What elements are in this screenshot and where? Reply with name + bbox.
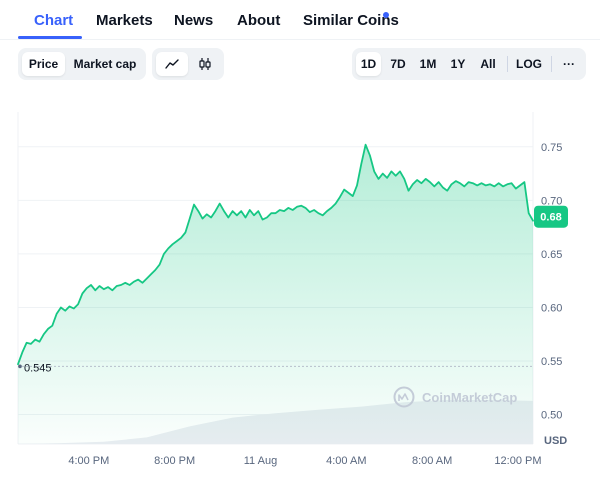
current-price-badge: 0.68 — [534, 205, 568, 228]
x-axis-ticks: 4:00 PM 8:00 PM 11 Aug 4:00 AM 8:00 AM 12:00 … — [68, 455, 541, 467]
y-tick-label: 0.75 — [541, 142, 562, 154]
x-tick-label: 11 Aug — [244, 455, 277, 467]
y-tick-label: 0.55 — [541, 356, 562, 368]
x-tick-label: 8:00 PM — [154, 455, 195, 467]
x-tick-label: 8:00 AM — [412, 455, 452, 467]
y-axis-ticks: 0.75 0.70 0.65 0.60 0.55 0.50 — [541, 142, 562, 422]
current-price-text: 0.68 — [540, 212, 561, 224]
watermark-text: CoinMarketCap — [422, 390, 517, 405]
y-tick-label: 0.60 — [541, 302, 562, 314]
reference-price-label: 0.545 — [24, 362, 52, 374]
y-tick-label: 0.50 — [541, 410, 562, 422]
x-tick-label: 4:00 AM — [326, 455, 366, 467]
y-tick-label: 0.65 — [541, 249, 562, 261]
reference-price-dot — [18, 364, 22, 369]
y-tick-label: 0.70 — [541, 195, 562, 207]
x-tick-label: 4:00 PM — [68, 455, 109, 467]
price-chart: 0.545 0.75 0.70 0.65 0.60 0.55 0.50 4:00 PM 8:… — [17, 112, 568, 467]
x-tick-label: 12:00 PM — [494, 455, 541, 467]
currency-label: USD — [544, 435, 567, 447]
